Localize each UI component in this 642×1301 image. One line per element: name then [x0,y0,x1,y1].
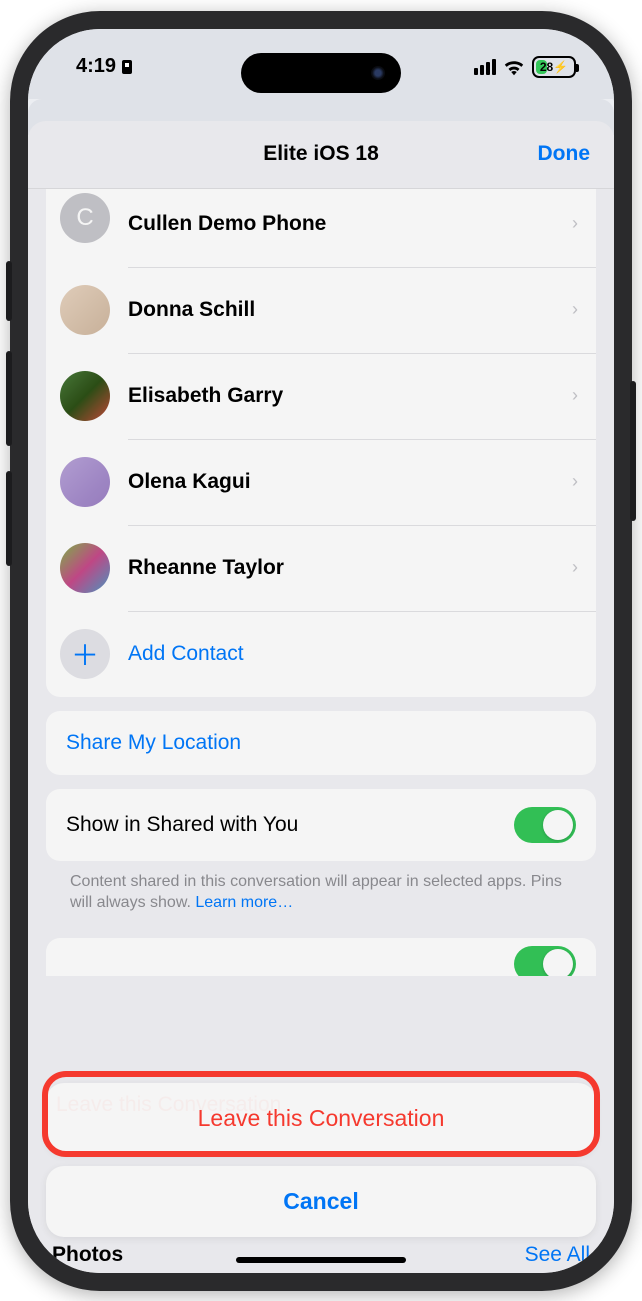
shared-with-you-footer: Content shared in this conversation will… [46,861,596,914]
learn-more-link[interactable]: Learn more… [195,894,293,911]
avatar-initial: C [60,193,110,243]
chevron-right-icon: › [572,299,578,320]
cancel-button[interactable]: Cancel [46,1166,596,1237]
screen: 4:19 28⚡ Elite iOS 18 Done [28,29,614,1273]
side-button [6,261,12,321]
volume-up-button [6,351,12,446]
members-card: C Cullen Demo Phone › Donna Schill › Eli… [46,189,596,697]
avatar-photo [60,371,110,421]
hide-alerts-card-peek [46,938,596,976]
member-row[interactable]: C Cullen Demo Phone › [46,189,596,267]
status-indicator-icon [120,59,134,75]
share-location-button[interactable]: Share My Location [46,711,596,775]
member-row[interactable]: Donna Schill › [46,267,596,353]
add-contact-label: Add Contact [128,642,578,666]
member-name: Rheanne Taylor [128,556,554,580]
sheet-nav-bar: Elite iOS 18 Done [28,121,614,189]
chevron-right-icon: › [572,557,578,578]
conversation-details-sheet: Elite iOS 18 Done C Cullen Demo Phone › … [28,121,614,1273]
member-name: Elisabeth Garry [128,384,554,408]
toggle-peek[interactable] [514,946,576,976]
avatar-photo [60,543,110,593]
chevron-right-icon: › [572,385,578,406]
member-row[interactable]: Olena Kagui › [46,439,596,525]
cellular-icon [474,59,496,75]
chevron-right-icon: › [572,471,578,492]
status-time: 4:19 [76,55,116,78]
dynamic-island [241,53,401,93]
plus-icon: ＋ [60,629,110,679]
action-sheet-group: Leave this Conversation [46,1083,596,1154]
member-row[interactable]: Elisabeth Garry › [46,353,596,439]
home-indicator[interactable] [236,1257,406,1263]
action-sheet: Leave this Conversation Cancel [46,1083,596,1237]
avatar-photo [60,457,110,507]
avatar-photo [60,285,110,335]
shared-with-you-toggle[interactable] [514,807,576,843]
chevron-right-icon: › [572,213,578,234]
member-name: Cullen Demo Phone [128,212,554,236]
member-row[interactable]: Rheanne Taylor › [46,525,596,611]
see-all-button[interactable]: See All [525,1243,590,1267]
action-sheet-cancel-group: Cancel [46,1166,596,1237]
shared-with-you-card: Show in Shared with You [46,789,596,861]
shared-with-you-row: Show in Shared with You [46,789,596,861]
add-contact-row[interactable]: ＋ Add Contact [46,611,596,697]
leave-conversation-button[interactable]: Leave this Conversation [46,1083,596,1154]
sheet-title: Elite iOS 18 [263,142,379,166]
photos-section-header: Photos See All [46,1233,596,1273]
member-name: Olena Kagui [128,470,554,494]
member-name: Donna Schill [128,298,554,322]
volume-down-button [6,471,12,566]
power-button [630,381,636,521]
share-location-card: Share My Location [46,711,596,775]
battery-icon: 28⚡ [532,56,576,78]
photos-header-label: Photos [52,1243,123,1267]
phone-frame: 4:19 28⚡ Elite iOS 18 Done [10,11,632,1291]
shared-with-you-label: Show in Shared with You [66,813,298,837]
wifi-icon [503,58,525,76]
done-button[interactable]: Done [538,142,591,166]
scroll-content[interactable]: C Cullen Demo Phone › Donna Schill › Eli… [28,189,614,976]
